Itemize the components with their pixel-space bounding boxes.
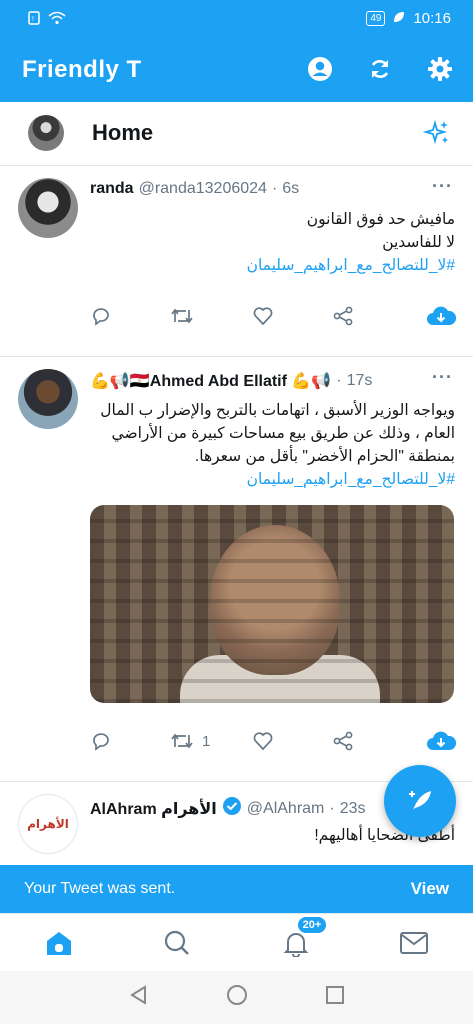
author-handle: @randa13206024 (138, 180, 267, 197)
verified-badge-icon (222, 796, 242, 821)
like-button[interactable] (252, 305, 332, 327)
separator-dot: · (336, 372, 342, 389)
more-options-icon[interactable]: ··· (432, 367, 453, 388)
snackbar-message: Your Tweet was sent. (24, 880, 176, 897)
retweet-button[interactable] (170, 305, 252, 327)
nav-home[interactable] (39, 923, 79, 963)
clock: 10:16 (413, 10, 451, 27)
hashtag-link[interactable]: #لا_للتصالح_مع_ابراهيم_سليمان (90, 254, 455, 277)
sparkle-icon[interactable] (422, 119, 451, 152)
profile-avatar[interactable] (28, 115, 64, 151)
reply-icon (93, 308, 109, 326)
author-handle: @AlAhram (246, 799, 325, 817)
tweet-text-line: لا للفاسدين (382, 234, 455, 251)
back-icon[interactable] (128, 984, 150, 1011)
tweet-time: 6s (282, 180, 300, 197)
wifi-icon (48, 11, 66, 28)
settings-icon[interactable] (425, 54, 455, 84)
share-button[interactable] (332, 730, 354, 752)
app-bar: Friendly T (0, 38, 473, 102)
mail-icon (399, 931, 428, 954)
tweet-item[interactable]: randa @randa13206024 · 6s ··· مافيش حد ف… (0, 166, 473, 357)
author-name: 💪📢🇪🇬Ahmed Abd Ellatif 💪📢 (90, 373, 332, 390)
retweet-count: 1 (202, 732, 211, 750)
avatar[interactable] (18, 178, 78, 238)
reply-button[interactable] (90, 305, 170, 327)
more-options-icon[interactable]: ··· (432, 176, 453, 197)
download-button[interactable] (425, 304, 457, 328)
tweet-image[interactable] (90, 505, 454, 703)
reply-button[interactable] (90, 730, 170, 752)
home-circle-icon[interactable] (225, 983, 249, 1012)
system-nav-bar (0, 971, 473, 1024)
like-button[interactable] (252, 730, 332, 752)
cloud-download-icon (427, 306, 457, 325)
battery-indicator: 49 (366, 11, 386, 26)
status-bar: ! 49 10:16 (0, 0, 473, 38)
nav-messages[interactable] (394, 923, 434, 963)
sim-icon: ! (28, 11, 40, 28)
tweet-item[interactable]: 💪📢🇪🇬Ahmed Abd Ellatif 💪📢 · 17s ··· ويواج… (0, 357, 473, 782)
separator-dot: · (271, 180, 278, 197)
share-icon (333, 731, 353, 751)
compose-feather-icon (409, 791, 431, 810)
author-name: randa (90, 180, 134, 197)
app-title: Friendly T (22, 56, 142, 83)
share-button[interactable] (332, 305, 354, 327)
hashtag-link[interactable]: #لا_للتصالح_مع_ابراهيم_سليمان (90, 468, 455, 491)
reply-icon (93, 733, 109, 751)
tweet-time: 23s (339, 799, 366, 817)
share-icon (333, 306, 353, 326)
retweet-icon (171, 733, 193, 749)
page-title: Home (92, 120, 154, 145)
snackbar: Your Tweet was sent. View (0, 865, 473, 913)
retweet-button[interactable]: 1 (170, 730, 252, 752)
compose-button[interactable] (384, 765, 456, 837)
tweet-text-line: مافيش حد فوق القانون (306, 211, 455, 228)
svg-text:!: ! (32, 16, 34, 23)
home-header: Home (0, 102, 473, 166)
download-button[interactable] (425, 729, 457, 753)
account-icon[interactable] (305, 54, 335, 84)
snackbar-view-button[interactable]: View (411, 879, 449, 899)
retweet-icon (171, 308, 193, 324)
tweet-text: ويواجه الوزير الأسبق ، اتهامات بالتربح و… (100, 402, 455, 465)
search-icon (165, 930, 190, 955)
avatar[interactable] (18, 369, 78, 429)
sync-icon[interactable] (365, 54, 395, 84)
cloud-download-icon (427, 731, 457, 750)
notification-count-badge: 20+ (295, 914, 329, 935)
heart-icon (253, 307, 273, 326)
nav-search[interactable] (157, 923, 197, 963)
separator-dot: · (329, 799, 335, 817)
avatar[interactable]: الأهرام (18, 794, 78, 854)
bottom-nav: 20+ (0, 913, 473, 971)
author-name: AlAhram الأهرام (90, 800, 217, 818)
alahram-logo: الأهرام (27, 817, 69, 831)
nav-notifications[interactable]: 20+ (276, 914, 329, 963)
leaf-icon (393, 10, 405, 27)
recents-icon[interactable] (324, 984, 346, 1011)
heart-icon (253, 732, 273, 751)
tweet-time: 17s (346, 372, 373, 389)
home-icon (47, 931, 72, 955)
